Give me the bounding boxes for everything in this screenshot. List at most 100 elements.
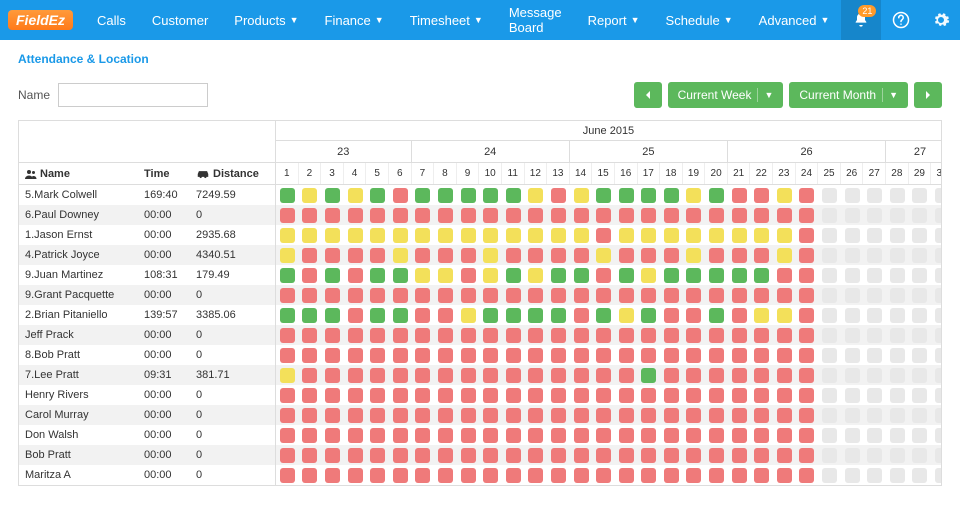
attendance-cell[interactable]: [683, 388, 706, 403]
attendance-cell[interactable]: [615, 468, 638, 483]
attendance-cell[interactable]: [796, 228, 819, 243]
person-row[interactable]: 7.Lee Pratt09:31381.71: [19, 365, 275, 385]
attendance-cell[interactable]: [276, 228, 299, 243]
attendance-cell[interactable]: [931, 248, 941, 263]
attendance-cell[interactable]: [615, 248, 638, 263]
attendance-cell[interactable]: [773, 288, 796, 303]
attendance-cell[interactable]: [615, 448, 638, 463]
attendance-cell[interactable]: [412, 368, 435, 383]
attendance-cell[interactable]: [796, 188, 819, 203]
attendance-cell[interactable]: [705, 368, 728, 383]
person-row[interactable]: Bob Pratt00:000: [19, 445, 275, 465]
nav-finance[interactable]: Finance▼: [313, 0, 396, 46]
attendance-cell[interactable]: [705, 248, 728, 263]
attendance-cell[interactable]: [931, 388, 941, 403]
attendance-cell[interactable]: [683, 248, 706, 263]
person-row[interactable]: 1.Jason Ernst00:002935.68: [19, 225, 275, 245]
attendance-cell[interactable]: [841, 408, 864, 423]
attendance-cell[interactable]: [818, 248, 841, 263]
attendance-cell[interactable]: [750, 468, 773, 483]
attendance-cell[interactable]: [909, 328, 932, 343]
attendance-cell[interactable]: [615, 348, 638, 363]
attendance-cell[interactable]: [276, 248, 299, 263]
attendance-cell[interactable]: [660, 308, 683, 323]
attendance-cell[interactable]: [276, 468, 299, 483]
attendance-cell[interactable]: [683, 408, 706, 423]
attendance-cell[interactable]: [479, 308, 502, 323]
attendance-cell[interactable]: [366, 468, 389, 483]
attendance-cell[interactable]: [886, 408, 909, 423]
attendance-cell[interactable]: [660, 368, 683, 383]
attendance-cell[interactable]: [683, 228, 706, 243]
attendance-cell[interactable]: [412, 408, 435, 423]
person-row[interactable]: 5.Mark Colwell169:407249.59: [19, 185, 275, 205]
attendance-cell[interactable]: [344, 308, 367, 323]
attendance-cell[interactable]: [547, 328, 570, 343]
attendance-cell[interactable]: [863, 448, 886, 463]
attendance-cell[interactable]: [705, 288, 728, 303]
attendance-cell[interactable]: [660, 268, 683, 283]
attendance-cell[interactable]: [547, 208, 570, 223]
attendance-cell[interactable]: [276, 268, 299, 283]
attendance-cell[interactable]: [525, 308, 548, 323]
attendance-cell[interactable]: [773, 388, 796, 403]
attendance-cell[interactable]: [299, 288, 322, 303]
attendance-cell[interactable]: [592, 328, 615, 343]
next-period-button[interactable]: [914, 82, 942, 108]
attendance-cell[interactable]: [525, 348, 548, 363]
attendance-cell[interactable]: [660, 188, 683, 203]
attendance-cell[interactable]: [321, 188, 344, 203]
attendance-cell[interactable]: [457, 328, 480, 343]
attendance-cell[interactable]: [502, 348, 525, 363]
attendance-cell[interactable]: [773, 428, 796, 443]
attendance-cell[interactable]: [389, 188, 412, 203]
attendance-cell[interactable]: [728, 448, 751, 463]
attendance-cell[interactable]: [615, 208, 638, 223]
attendance-cell[interactable]: [366, 448, 389, 463]
attendance-cell[interactable]: [750, 428, 773, 443]
attendance-cell[interactable]: [886, 208, 909, 223]
attendance-cell[interactable]: [660, 428, 683, 443]
attendance-cell[interactable]: [683, 308, 706, 323]
attendance-cell[interactable]: [683, 188, 706, 203]
attendance-cell[interactable]: [750, 368, 773, 383]
attendance-cell[interactable]: [660, 448, 683, 463]
attendance-cell[interactable]: [547, 228, 570, 243]
attendance-cell[interactable]: [728, 368, 751, 383]
attendance-cell[interactable]: [299, 308, 322, 323]
attendance-cell[interactable]: [570, 328, 593, 343]
attendance-cell[interactable]: [728, 388, 751, 403]
attendance-cell[interactable]: [525, 268, 548, 283]
attendance-cell[interactable]: [502, 268, 525, 283]
attendance-cell[interactable]: [841, 468, 864, 483]
notifications-button[interactable]: 21: [841, 0, 881, 40]
attendance-cell[interactable]: [479, 228, 502, 243]
attendance-cell[interactable]: [547, 248, 570, 263]
attendance-cell[interactable]: [863, 248, 886, 263]
attendance-cell[interactable]: [615, 308, 638, 323]
attendance-cell[interactable]: [638, 188, 661, 203]
attendance-cell[interactable]: [457, 248, 480, 263]
prev-period-button[interactable]: [634, 82, 662, 108]
attendance-cell[interactable]: [705, 308, 728, 323]
attendance-cell[interactable]: [479, 448, 502, 463]
attendance-cell[interactable]: [412, 268, 435, 283]
attendance-cell[interactable]: [457, 308, 480, 323]
attendance-cell[interactable]: [299, 388, 322, 403]
attendance-cell[interactable]: [705, 388, 728, 403]
attendance-cell[interactable]: [750, 388, 773, 403]
attendance-cell[interactable]: [434, 208, 457, 223]
attendance-cell[interactable]: [728, 228, 751, 243]
attendance-cell[interactable]: [570, 368, 593, 383]
current-month-button[interactable]: Current Month ▼: [789, 82, 908, 108]
attendance-cell[interactable]: [796, 448, 819, 463]
attendance-cell[interactable]: [773, 328, 796, 343]
attendance-cell[interactable]: [299, 428, 322, 443]
attendance-cell[interactable]: [276, 388, 299, 403]
attendance-cell[interactable]: [660, 468, 683, 483]
attendance-cell[interactable]: [750, 328, 773, 343]
attendance-cell[interactable]: [818, 428, 841, 443]
attendance-cell[interactable]: [615, 228, 638, 243]
attendance-cell[interactable]: [434, 348, 457, 363]
attendance-cell[interactable]: [705, 208, 728, 223]
